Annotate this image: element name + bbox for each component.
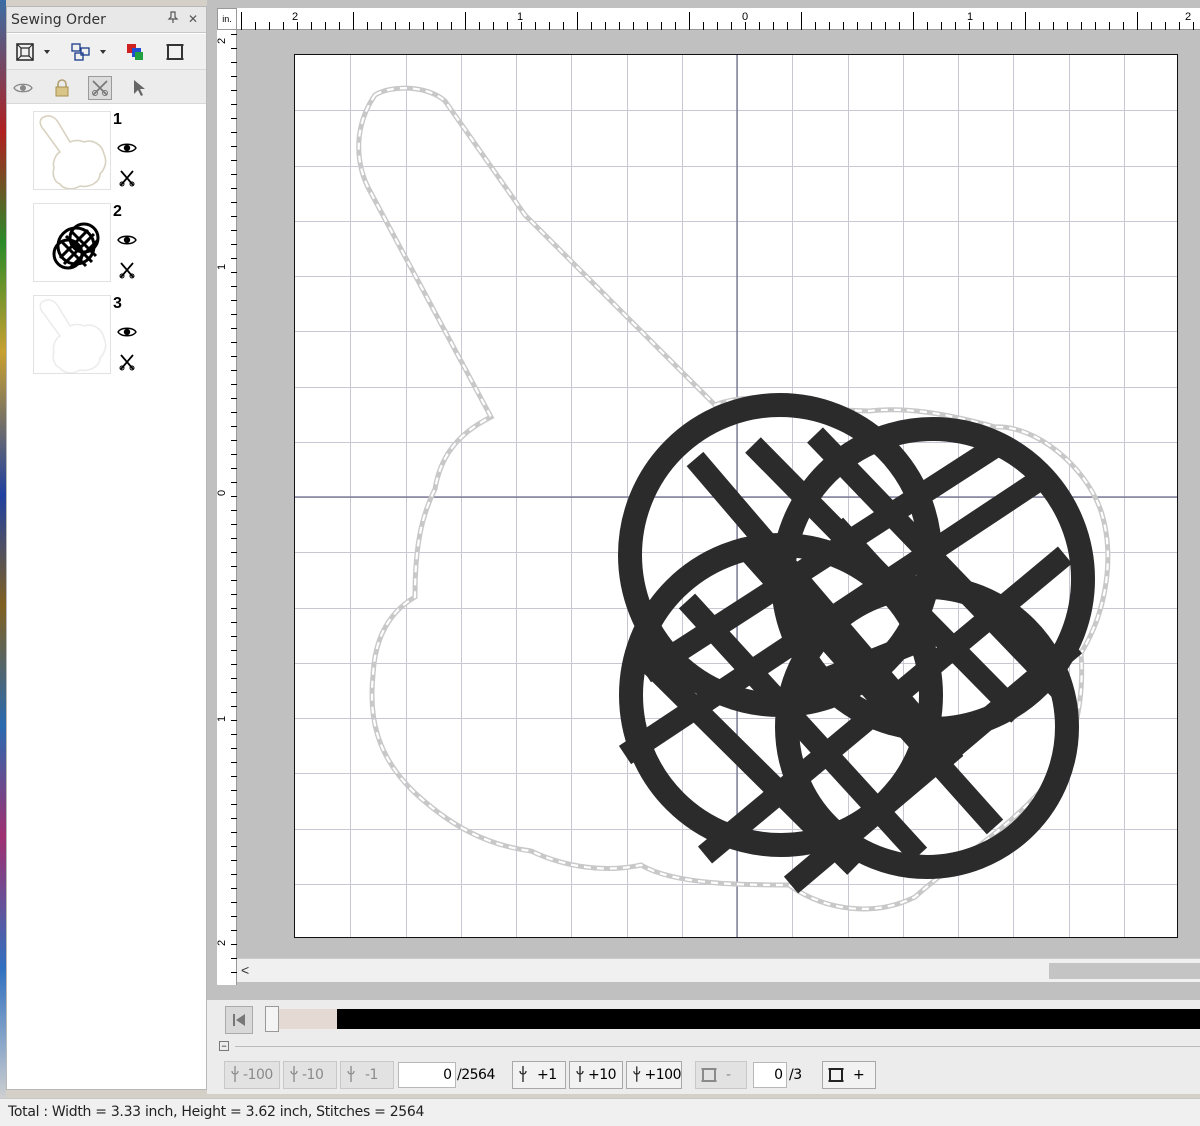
- outline-tag-icon: [33, 111, 111, 190]
- top-ruler: 2 1 0 1 2: [237, 8, 1200, 30]
- visibility-toolbar: [7, 70, 206, 104]
- frame-plus-button[interactable]: +: [822, 1061, 876, 1089]
- eye-icon[interactable]: [117, 233, 137, 247]
- plus-100-button[interactable]: +100: [626, 1061, 682, 1089]
- frame-minus-button[interactable]: -: [695, 1061, 747, 1089]
- group-icon[interactable]: [69, 40, 93, 64]
- celtic-knot: [618, 393, 1095, 894]
- button-label: -1: [365, 1067, 378, 1083]
- ruler-label: 2: [217, 38, 228, 44]
- status-bar: Total : Width = 3.33 inch, Height = 3.62…: [0, 1098, 1200, 1126]
- sewing-order-toolbar: [7, 34, 206, 70]
- design-page[interactable]: [294, 54, 1178, 938]
- button-label: +100: [644, 1067, 682, 1083]
- ruler-label: 0: [217, 490, 228, 496]
- slider-thumb[interactable]: [265, 1006, 279, 1032]
- button-label: +1: [537, 1067, 557, 1083]
- button-label: +10: [588, 1067, 617, 1083]
- item-number: 2: [113, 203, 122, 220]
- stitch-total: /2564: [457, 1067, 495, 1083]
- button-label: +: [853, 1067, 865, 1083]
- scroll-thumb[interactable]: [1049, 963, 1200, 979]
- lock-icon[interactable]: [50, 76, 74, 100]
- minus-100-button[interactable]: -100: [224, 1061, 280, 1089]
- cut-icon[interactable]: [88, 76, 112, 100]
- stitch-slider-row: [207, 1000, 1200, 1040]
- status-text: Total : Width = 3.33 inch, Height = 3.62…: [8, 1104, 425, 1120]
- ruler-label: 0: [742, 11, 748, 23]
- panel-title: Sewing Order: [11, 12, 106, 28]
- eye-icon[interactable]: [117, 325, 137, 339]
- close-icon[interactable]: ✕: [185, 11, 201, 27]
- sewing-order-item[interactable]: 1: [33, 111, 143, 193]
- separator: [235, 1046, 1200, 1047]
- ruler-label: 2: [292, 11, 298, 23]
- horizontal-scrollbar[interactable]: <: [237, 958, 1200, 982]
- frame-number-input[interactable]: 0: [753, 1062, 787, 1088]
- separator-row: −: [207, 1040, 1200, 1054]
- pointer-icon[interactable]: [127, 76, 151, 100]
- cut-icon[interactable]: [118, 353, 136, 371]
- panel-header: Sewing Order ✕: [7, 7, 206, 33]
- button-label: -100: [243, 1067, 273, 1083]
- color-order-icon[interactable]: [123, 40, 147, 64]
- item-number: 3: [113, 295, 122, 312]
- sewing-order-item[interactable]: 2: [33, 203, 143, 285]
- celtic-knot-icon: [33, 203, 111, 282]
- plus-1-button[interactable]: +1: [512, 1061, 566, 1089]
- eye-icon[interactable]: [117, 141, 137, 155]
- item-number: 1: [113, 111, 122, 128]
- left-ruler: 2 1 0 1 2: [216, 30, 237, 985]
- cut-icon[interactable]: [118, 261, 136, 279]
- ruler-unit: in.: [217, 8, 237, 30]
- embroidery-design: [295, 55, 1177, 937]
- sewing-order-item[interactable]: 3: [33, 295, 143, 377]
- stitch-slider[interactable]: [265, 1006, 1200, 1032]
- button-label: -10: [302, 1067, 324, 1083]
- frame-icon[interactable]: [163, 40, 187, 64]
- frame-total: /3: [789, 1067, 802, 1083]
- stitch-toolbar: -100 -10 -1 0 /2564 +1 +10 +100 - 0 /3 +: [207, 1054, 1200, 1094]
- go-to-start-button[interactable]: [225, 1006, 253, 1034]
- group-dropdown-icon[interactable]: [100, 50, 106, 54]
- eye-icon[interactable]: [11, 76, 35, 100]
- ruler-label: 1: [217, 716, 228, 722]
- pin-icon[interactable]: [165, 11, 181, 27]
- stitch-number-input[interactable]: 0: [398, 1062, 456, 1088]
- sewing-order-panel: Sewing Order ✕ 1 2 3: [6, 6, 207, 1090]
- outline-tag-icon: [33, 295, 111, 374]
- button-label: -: [726, 1067, 731, 1083]
- ruler-label: 2: [1185, 11, 1191, 23]
- plus-10-button[interactable]: +10: [569, 1061, 623, 1089]
- minus-1-button[interactable]: -1: [340, 1061, 394, 1089]
- ruler-label: 1: [517, 11, 523, 23]
- ruler-label: 2: [217, 940, 228, 946]
- ruler-label: 1: [967, 11, 973, 23]
- fit-dropdown-icon[interactable]: [44, 50, 50, 54]
- ruler-label: 1: [217, 264, 228, 270]
- scroll-left-arrow[interactable]: <: [241, 962, 249, 978]
- collapse-icon[interactable]: −: [219, 1041, 229, 1051]
- fit-icon[interactable]: [13, 40, 37, 64]
- minus-10-button[interactable]: -10: [283, 1061, 337, 1089]
- cut-icon[interactable]: [118, 169, 136, 187]
